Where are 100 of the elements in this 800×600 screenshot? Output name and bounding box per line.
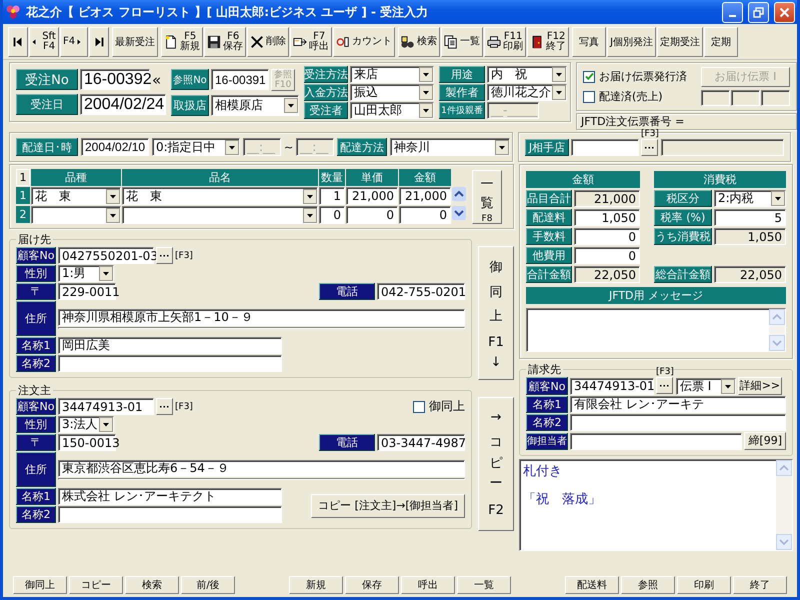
dropdown-field[interactable]: 1:男 xyxy=(58,265,114,282)
function-key-button[interactable]: 配送料 xyxy=(565,576,619,594)
dropdown-field[interactable]: 0:指定日中 xyxy=(152,138,240,156)
dropdown-field[interactable]: 山田太郎 xyxy=(350,102,434,118)
input-field[interactable]: 1,050 xyxy=(574,209,640,226)
caret-icon[interactable] xyxy=(419,84,433,100)
caret-icon[interactable] xyxy=(99,417,113,432)
function-key-button[interactable]: 御同上 xyxy=(13,576,67,594)
function-key-button[interactable]: コピー xyxy=(69,576,123,594)
input-field[interactable] xyxy=(570,414,786,431)
function-key-button[interactable]: 呼出 xyxy=(401,576,455,594)
input-field[interactable]: 21,000 xyxy=(346,187,398,205)
dropdown-field[interactable] xyxy=(122,206,318,224)
browse-button[interactable] xyxy=(156,398,173,415)
input-field[interactable] xyxy=(58,355,282,372)
detail-button[interactable]: 詳細>> xyxy=(738,377,782,395)
toolbar-button[interactable]: J個別発注 xyxy=(607,26,656,56)
function-key-button[interactable]: 前/後 xyxy=(181,576,235,594)
dropdown-field[interactable]: 2:内税 xyxy=(714,190,786,207)
checkbox[interactable] xyxy=(413,400,425,412)
exit-button[interactable]: F12 終了 xyxy=(527,26,570,56)
last-button[interactable] xyxy=(89,26,110,56)
input-field[interactable]: 22,050 xyxy=(574,266,640,283)
prev-button[interactable]: Sft F4 xyxy=(29,26,59,56)
list-button[interactable]: 一覧 xyxy=(441,26,484,56)
new-button[interactable]: F5 新規 xyxy=(161,26,204,56)
delete-button[interactable]: 削除 xyxy=(247,26,290,56)
function-key-button[interactable]: 印刷 xyxy=(677,576,731,594)
caret-icon[interactable] xyxy=(225,140,239,154)
dropdown-field[interactable]: 花 東 xyxy=(31,187,121,205)
same-as-above-button[interactable]: 御同上 F1 ↓ xyxy=(478,246,514,380)
minimize-button[interactable] xyxy=(722,2,743,22)
restore-button[interactable] xyxy=(748,2,769,22)
caret-icon[interactable] xyxy=(303,188,317,204)
first-button[interactable] xyxy=(8,26,28,56)
close-button[interactable] xyxy=(774,2,795,22)
browse-button[interactable] xyxy=(656,376,674,394)
caret-icon[interactable] xyxy=(284,98,298,112)
input-field[interactable] xyxy=(58,506,282,523)
input-field[interactable]: 03-3447-4987 xyxy=(377,434,465,451)
message-field[interactable] xyxy=(526,308,786,352)
input-field[interactable]: 0 xyxy=(574,247,640,264)
search-button[interactable]: 検索 xyxy=(398,26,440,56)
caret-icon[interactable] xyxy=(419,66,433,82)
scroll-down-icon[interactable] xyxy=(452,206,466,220)
function-key-button[interactable]: 保存 xyxy=(345,576,399,594)
scroll-up-icon[interactable] xyxy=(452,187,466,201)
dropdown-field[interactable]: 振込 xyxy=(350,84,434,100)
input-field[interactable]: 0427550201-03 xyxy=(58,247,154,264)
function-key-button[interactable]: 一覧 xyxy=(457,576,511,594)
count-button[interactable]: カウント xyxy=(333,26,396,56)
input-field[interactable]: 16-00392 xyxy=(80,69,150,90)
input-field[interactable]: 34474913-01 xyxy=(570,378,654,394)
print-button[interactable]: F11 印刷 xyxy=(484,26,526,56)
dropdown-field[interactable] xyxy=(31,206,121,224)
toolbar-button[interactable]: 最新受注 xyxy=(112,26,158,56)
input-field[interactable] xyxy=(570,432,742,450)
input-field[interactable] xyxy=(571,138,639,156)
caret-icon[interactable] xyxy=(99,266,113,281)
dropdown-field[interactable]: 神奈川 xyxy=(390,138,510,156)
memo-field[interactable]: 札付き 「祝 落成」 xyxy=(519,459,793,551)
function-key-button[interactable]: 終了 xyxy=(733,576,787,594)
input-field[interactable]: 5 xyxy=(714,209,786,226)
input-field[interactable]: 1 xyxy=(319,187,345,205)
input-field[interactable]: 34474913-01 xyxy=(58,398,154,415)
input-field[interactable]: 21,000 xyxy=(574,190,640,207)
input-field[interactable]: 0 xyxy=(319,206,345,224)
input-field[interactable]: 東京都渋谷区恵比寿6－54－９ xyxy=(58,460,465,476)
caret-icon[interactable] xyxy=(720,378,735,394)
caret-icon[interactable] xyxy=(495,140,510,154)
caret-icon[interactable] xyxy=(106,188,120,204)
input-field[interactable]: 22,050 xyxy=(714,266,786,283)
caret-icon[interactable] xyxy=(303,208,317,222)
call-button[interactable]: F7 呼出 xyxy=(290,26,332,56)
caret-icon[interactable] xyxy=(552,66,566,82)
input-field[interactable]: 1,050 xyxy=(714,228,786,245)
toolbar-button[interactable]: 定期 xyxy=(704,26,738,56)
toolbar-button[interactable]: 写真 xyxy=(572,26,606,56)
input-field[interactable]: 株式会社 レン･アーキテクト xyxy=(58,488,282,505)
browse-button[interactable] xyxy=(156,247,173,264)
close-date-button[interactable]: 締[99] xyxy=(744,432,786,450)
input-field[interactable]: 岡田広美 xyxy=(58,337,282,354)
input-field[interactable]: 042-755-0201 xyxy=(377,283,465,300)
save-button[interactable]: F6 保存 xyxy=(204,26,246,56)
input-field[interactable]: 0 xyxy=(346,206,398,224)
checkbox[interactable] xyxy=(583,70,595,82)
caret-icon[interactable] xyxy=(552,84,566,100)
input-field[interactable]: 有限会社 レン･アーキテ xyxy=(570,396,786,413)
function-key-button[interactable]: 検索 xyxy=(125,576,179,594)
caret-icon[interactable] xyxy=(419,102,433,118)
toolbar-button[interactable]: 定期受注 xyxy=(657,26,704,56)
dropdown-field[interactable]: 3:法人 xyxy=(58,416,114,433)
copy-button[interactable]: コピー [注文主]→[御担当者] xyxy=(311,494,465,518)
dropdown-field[interactable]: 徳川花之介 xyxy=(487,84,567,100)
dropdown-field[interactable]: 伝票 Ⅰ xyxy=(676,378,736,394)
input-field[interactable]: 0 xyxy=(574,228,640,245)
dropdown-field[interactable]: 相模原店 xyxy=(211,94,299,116)
caret-icon[interactable] xyxy=(771,191,785,206)
caret-icon[interactable] xyxy=(106,208,120,222)
input-field[interactable]: 2004/02/24 xyxy=(80,94,166,115)
